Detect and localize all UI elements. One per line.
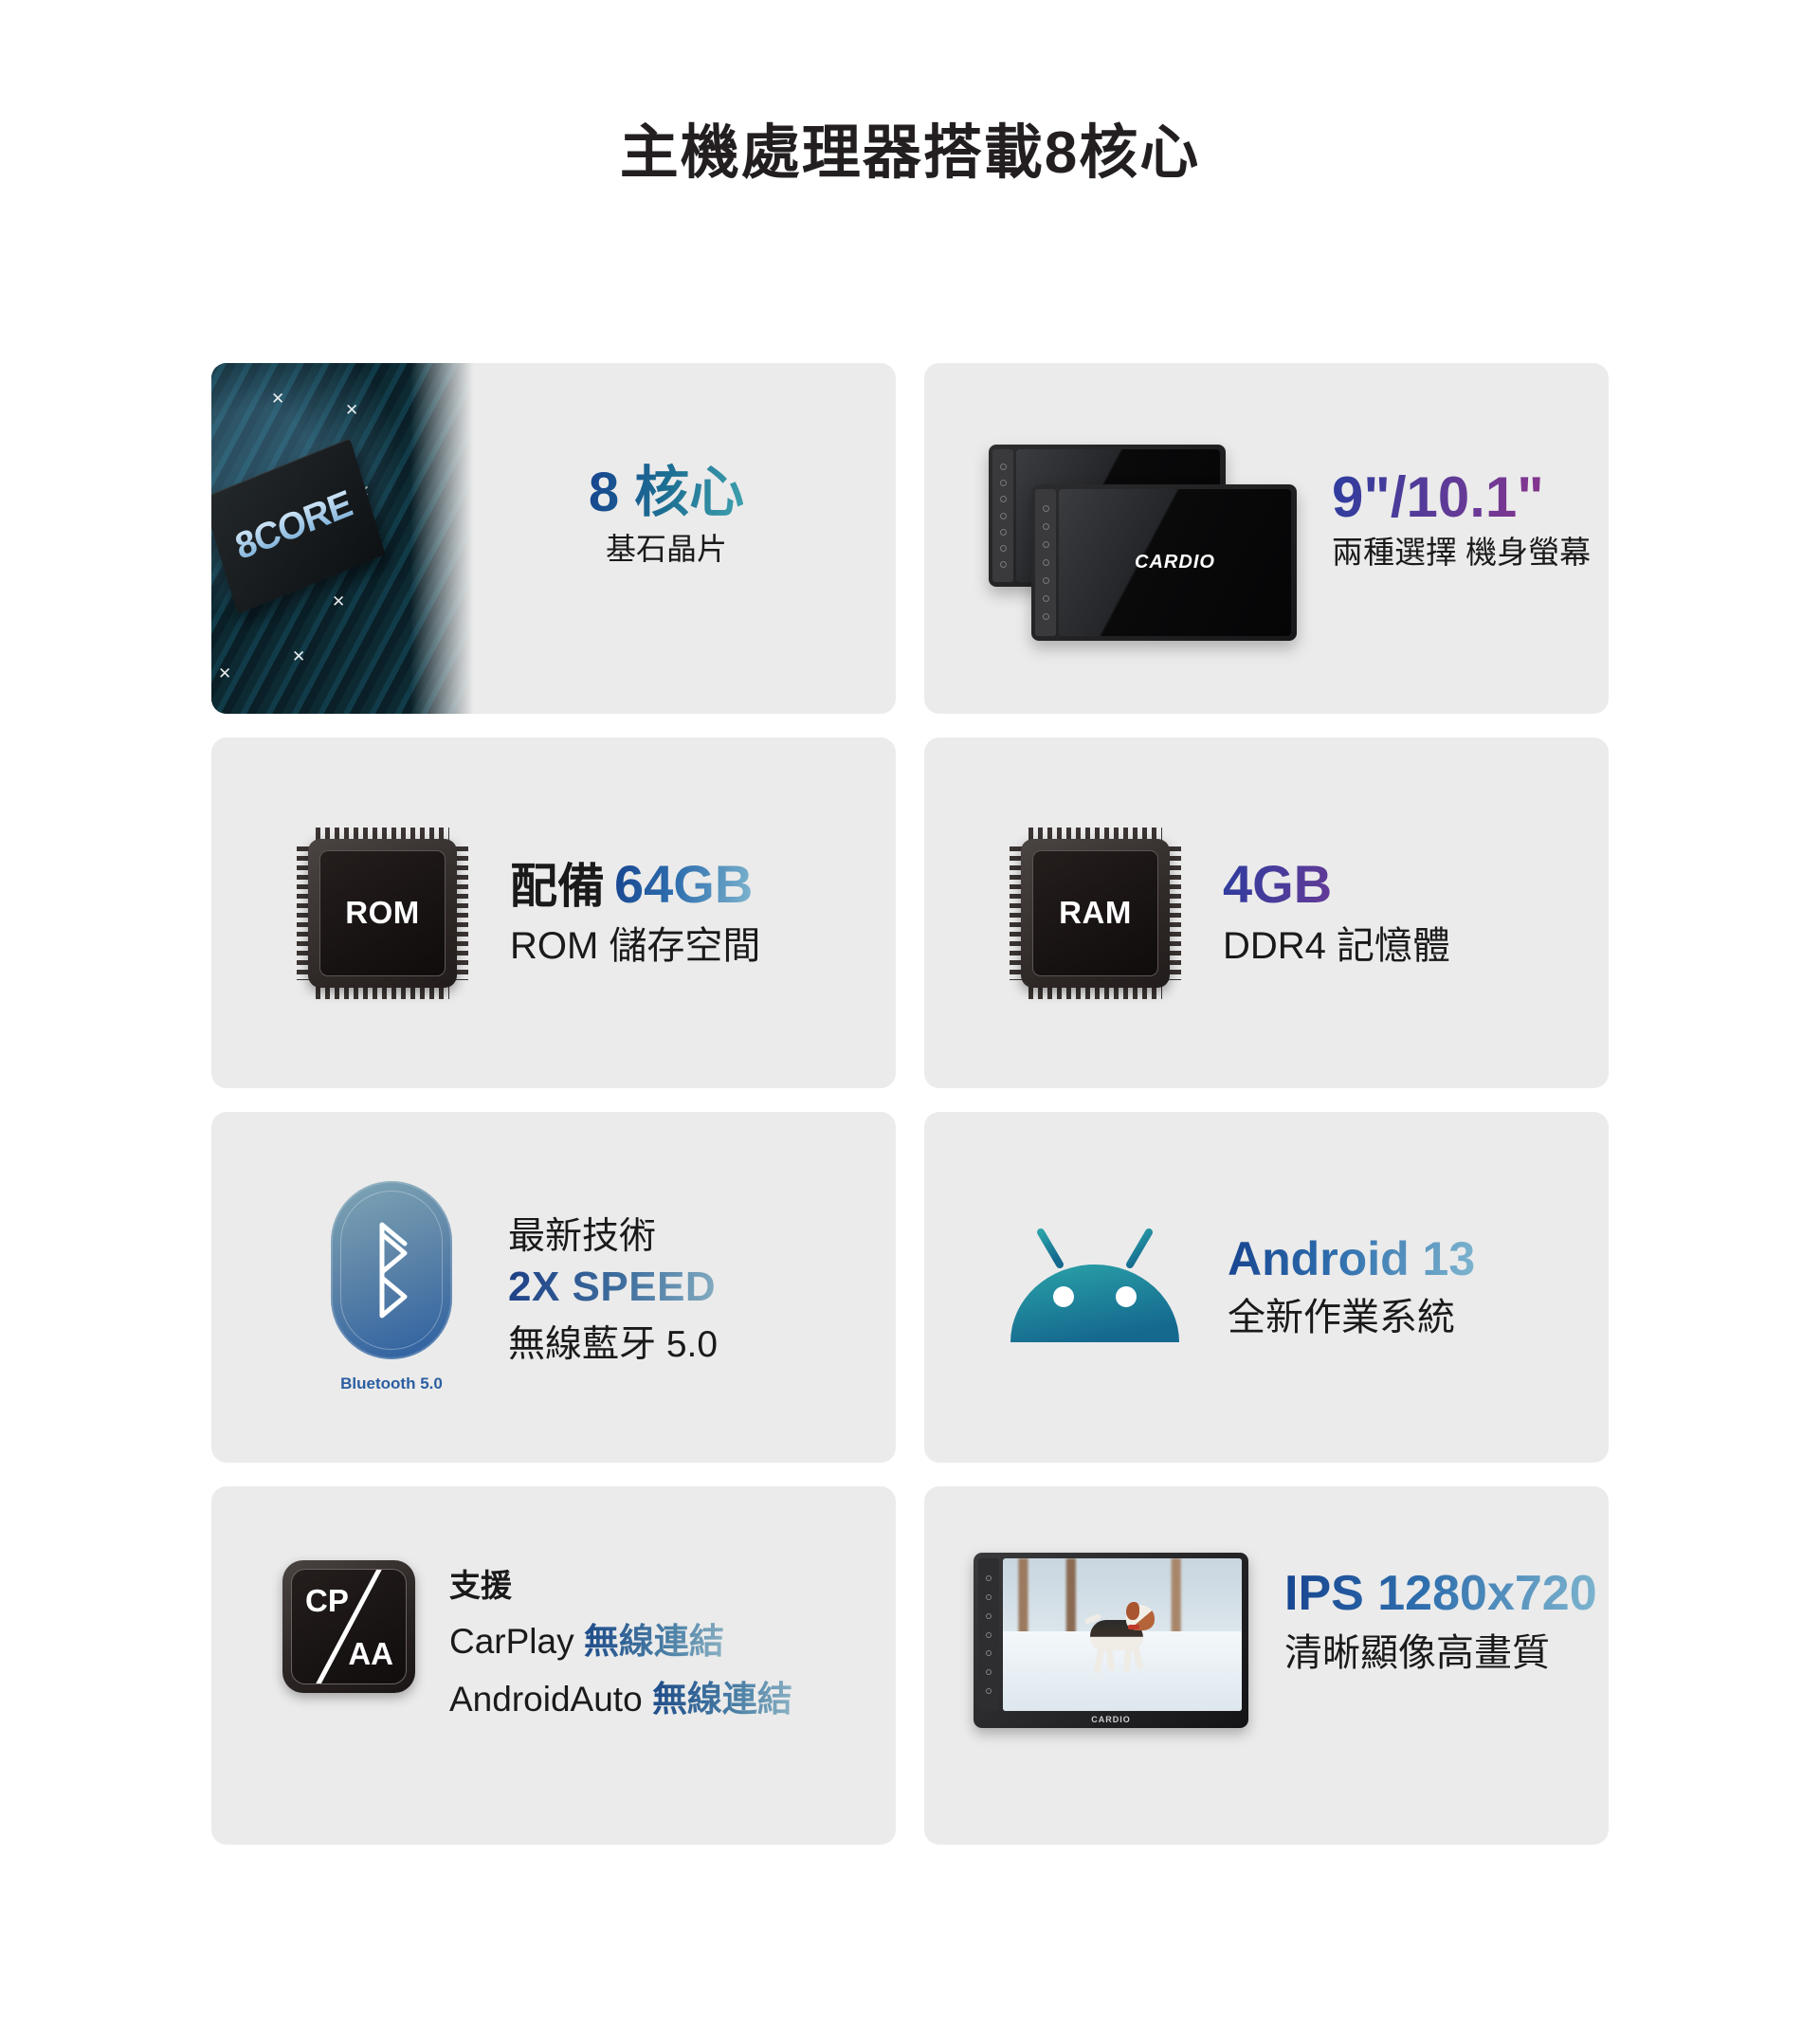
android-subline: 全新作業系統 (1228, 1297, 1455, 1338)
cpu-headline: 8 核心 (588, 462, 745, 523)
head-unit-pair: CARDIO (979, 439, 1320, 647)
android-robot-icon (1000, 1227, 1190, 1348)
button-rail (1035, 489, 1056, 636)
rom-subline: ROM 儲存空間 (510, 925, 761, 968)
spec-card-rom: ROM 配備 64GB ROM 儲存空間 (211, 737, 896, 1088)
android-robot-glyph (1010, 1228, 1179, 1342)
rom-text-block: 配備 64GB ROM 儲存空間 (510, 853, 761, 972)
rom-chip-icon: ROM (295, 826, 470, 1001)
spec-card-display: CARDIO IPS 1280x720 清晰顯像高畫質 (924, 1486, 1609, 1845)
spec-card-screen-size: CARDIO 9"/10.1" 兩種選擇 機身螢幕 (924, 363, 1609, 714)
carplay-icon-label: CP (305, 1583, 349, 1618)
spec-card-cpu: ✕ ✕ ✕ ✕ ✕ ✕ ✕ ✕ ✕ ✕ 8CORE 8 核心 基石晶片 (211, 363, 896, 714)
screen-photo (1003, 1558, 1242, 1711)
cpu-text-block: 8 核心 基石晶片 (524, 462, 809, 570)
cpu-subline: 基石晶片 (605, 531, 727, 566)
androidauto-value: 無線連結 (651, 1680, 792, 1719)
head-unit-dog-photo: CARDIO (974, 1553, 1248, 1728)
android-headline: Android 13 (1228, 1232, 1476, 1285)
rom-headline: 配備 64GB (510, 853, 760, 915)
button-rail (992, 449, 1013, 582)
bluetooth-line2: 2X SPEED (508, 1264, 717, 1310)
screen-size-headline: 9"/10.1" (1332, 465, 1591, 529)
spec-card-grid: ✕ ✕ ✕ ✕ ✕ ✕ ✕ ✕ ✕ ✕ 8CORE 8 核心 基石晶片 (211, 363, 1609, 1845)
bluetooth-line1: 最新技術 (508, 1216, 657, 1257)
carplay-line1: 支援 (449, 1568, 512, 1603)
display-headline: IPS 1280x720 (1284, 1566, 1597, 1621)
head-unit-front: CARDIO (1031, 484, 1297, 641)
android-text-block: Android 13 全新作業系統 (1228, 1232, 1475, 1342)
page-title: 主機處理器搭載8核心 (619, 120, 1201, 186)
carplay-text-block: 支援 CarPlay 無線連結 AndroidAuto 無線連結 (449, 1560, 792, 1721)
rom-headline-prefix: 配備 (510, 859, 605, 913)
device-brand-label: CARDIO (1135, 552, 1215, 573)
carplay-androidauto-icon: CP AA (282, 1560, 415, 1693)
rom-chip-label: ROM (345, 895, 420, 930)
bluetooth-icon (331, 1181, 452, 1359)
dog-photo-subject (1083, 1595, 1155, 1679)
ram-headline: 4GB (1223, 854, 1450, 915)
screen-size-subline: 兩種選擇 機身螢幕 (1332, 535, 1592, 571)
spec-card-android: Android 13 全新作業系統 (924, 1112, 1609, 1463)
ram-chip-icon: RAM (1008, 826, 1183, 1001)
spec-card-carplay: CP AA 支援 CarPlay 無線連結 AndroidAuto 無線連結 (211, 1486, 896, 1845)
screen-size-text-block: 9"/10.1" 兩種選擇 機身螢幕 (1332, 465, 1591, 573)
button-rail (978, 1558, 999, 1711)
cpu-die: 8CORE (211, 438, 386, 614)
bluetooth-glyph (379, 1222, 408, 1319)
ram-chip-label: RAM (1059, 895, 1132, 930)
display-text-block: IPS 1280x720 清晰顯像高畫質 (1284, 1566, 1597, 1678)
bluetooth-icon-label: Bluetooth 5.0 (340, 1374, 443, 1392)
spec-card-ram: RAM 4GB DDR4 記憶體 (924, 737, 1609, 1088)
bluetooth-text-block: 最新技術 2X SPEED 無線藍牙 5.0 (508, 1207, 718, 1368)
carplay-line3: AndroidAuto 無線連結 (449, 1670, 792, 1721)
carplay-line2: CarPlay 無線連結 (449, 1612, 792, 1664)
ram-text-block: 4GB DDR4 記憶體 (1223, 854, 1451, 972)
ram-subline: DDR4 記憶體 (1223, 925, 1451, 968)
cpu-chip-photo: ✕ ✕ ✕ ✕ ✕ ✕ ✕ ✕ ✕ ✕ 8CORE (211, 363, 477, 714)
carplay-name: CarPlay (449, 1622, 574, 1661)
rom-headline-value: 64GB (614, 853, 754, 914)
cpu-die-label: 8CORE (230, 482, 357, 569)
device-brand-label: CARDIO (1091, 1715, 1131, 1724)
product-spec-page: 主機處理器搭載8核心 ✕ ✕ ✕ ✕ ✕ ✕ ✕ ✕ ✕ ✕ 8CORE 8 核… (0, 0, 1820, 2038)
bluetooth-icon-wrap: Bluetooth 5.0 (311, 1181, 472, 1393)
screen-front: CARDIO (1059, 489, 1291, 636)
spec-card-bluetooth: Bluetooth 5.0 最新技術 2X SPEED 無線藍牙 5.0 (211, 1112, 896, 1463)
display-subline: 清晰顯像高畫質 (1284, 1632, 1550, 1675)
androidauto-icon-label: AA (348, 1636, 393, 1671)
carplay-value: 無線連結 (583, 1622, 724, 1661)
bluetooth-line3: 無線藍牙 5.0 (508, 1324, 719, 1365)
androidauto-name: AndroidAuto (449, 1680, 643, 1719)
